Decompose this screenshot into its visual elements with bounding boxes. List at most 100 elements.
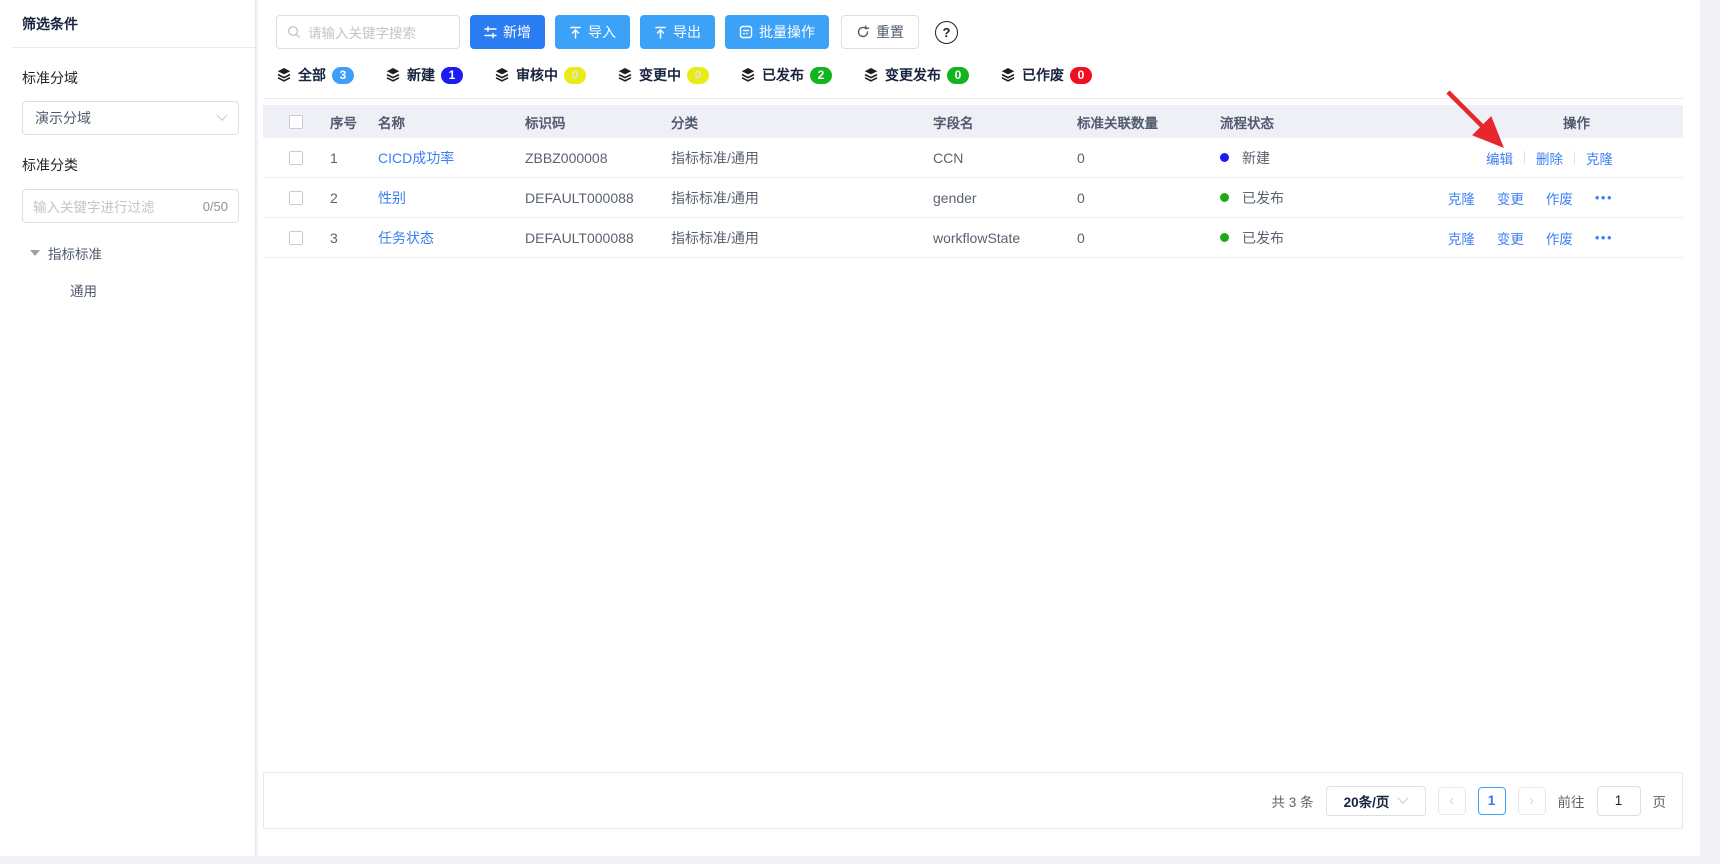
more-actions-icon[interactable]: ••• (1595, 230, 1613, 245)
main-panel: 请输入关键字搜索 新增 导入 导出 批量操作 重置 ? 全部 3 新建 1 审核… (258, 0, 1700, 856)
page-size-select[interactable]: 20条/页 (1325, 785, 1426, 816)
header-field: 字段名 (933, 115, 974, 131)
cell-field: workflowState (933, 229, 1021, 246)
status-count-badge: 3 (332, 66, 354, 84)
status-tab-变更发布[interactable]: 变更发布 0 (863, 65, 969, 85)
category-filter-input[interactable]: 输入关键字进行过滤 0/50 (22, 189, 239, 223)
status-tab-label: 变更发布 (885, 67, 941, 83)
search-input[interactable]: 请输入关键字搜索 (276, 15, 460, 49)
cell-code: ZBBZ000008 (525, 149, 608, 166)
add-button-label: 新增 (503, 24, 531, 40)
export-button[interactable]: 导出 (640, 15, 715, 49)
status-tab-新建[interactable]: 新建 1 (385, 65, 463, 85)
status-dot (1220, 153, 1229, 162)
select-all-checkbox[interactable] (289, 114, 303, 129)
section-divider (263, 98, 1683, 99)
help-icon[interactable]: ? (935, 20, 958, 44)
cell-workflow-status: 已发布 (1220, 188, 1470, 208)
batch-box-icon (739, 25, 753, 39)
name-link[interactable]: 性别 (378, 190, 406, 206)
current-page-button[interactable]: 1 (1477, 786, 1506, 815)
action-link-1[interactable]: 编辑 (1486, 148, 1513, 168)
cell-workflow-status: 新建 (1220, 148, 1470, 168)
layers-icon (1000, 67, 1016, 83)
header-index: 序号 (330, 115, 357, 131)
header-category: 分类 (671, 115, 698, 131)
status-tab-label: 已作废 (1022, 67, 1064, 83)
layers-icon (863, 67, 879, 83)
standard-domain-select[interactable]: 演示分域 (22, 101, 239, 135)
action-link-1[interactable]: 克隆 (1448, 228, 1475, 248)
status-tab-已作废[interactable]: 已作废 0 (1000, 65, 1092, 85)
add-button[interactable]: 新增 (470, 15, 545, 49)
layers-icon (276, 67, 292, 83)
name-link[interactable]: 任务状态 (378, 230, 434, 246)
more-actions-icon[interactable]: ••• (1595, 190, 1613, 205)
status-tab-label: 新建 (407, 67, 435, 83)
batch-button-label: 批量操作 (759, 24, 815, 40)
row-checkbox[interactable] (289, 150, 303, 165)
upload-arrow-icon (654, 26, 667, 39)
header-workflow-status: 流程状态 (1220, 115, 1274, 131)
header-actions: 操作 (1563, 115, 1590, 131)
header-code: 标识码 (525, 115, 566, 131)
checkbox-cell (263, 150, 330, 165)
layers-icon (385, 67, 401, 83)
cell-workflow-status: 已发布 (1220, 228, 1470, 248)
prev-page-button[interactable]: ‹ (1437, 786, 1466, 815)
status-text: 新建 (1242, 149, 1270, 166)
standard-domain-label: 标准分域 (22, 70, 78, 86)
search-placeholder: 请输入关键字搜索 (308, 26, 416, 41)
status-tabs: 全部 3 新建 1 审核中 0 变更中 0 已发布 2 变更发布 0 已作废 0 (276, 65, 1683, 85)
sidebar-divider (12, 47, 255, 48)
status-count-badge: 2 (810, 66, 832, 84)
batch-operation-button[interactable]: 批量操作 (725, 15, 829, 49)
cell-link-count: 0 (1077, 229, 1085, 246)
cell-category: 指标标准/通用 (671, 189, 759, 206)
status-tab-label: 审核中 (516, 67, 558, 83)
status-tab-变更中[interactable]: 变更中 0 (617, 65, 709, 85)
action-link-2[interactable]: 变更 (1497, 188, 1524, 208)
header-link-count: 标准关联数量 (1077, 115, 1158, 131)
tree-node-indicator-standard[interactable]: 指标标准 (22, 243, 239, 263)
status-count-badge: 0 (564, 66, 586, 84)
cell-code: DEFAULT000088 (525, 189, 634, 206)
goto-label: 前往 (1557, 794, 1585, 810)
pagination-bar: 共 3 条 20条/页 ‹ 1 › 前往 1 页 (263, 772, 1683, 829)
table-header-row: 序号 名称 标识码 分类 字段名 标准关联数量 流程状态 操作 (263, 105, 1683, 138)
status-count-badge: 0 (947, 66, 969, 84)
row-checkbox[interactable] (289, 230, 303, 245)
cell-name: 性别 (378, 188, 525, 208)
layers-icon (494, 67, 510, 83)
status-count-badge: 0 (687, 66, 709, 84)
action-link-3[interactable]: 克隆 (1586, 148, 1613, 168)
sliders-icon (484, 25, 497, 39)
page-size-value: 20条/页 (1343, 794, 1390, 810)
checkbox-cell (263, 190, 330, 205)
action-link-2[interactable]: 变更 (1497, 228, 1524, 248)
action-link-1[interactable]: 克隆 (1448, 188, 1475, 208)
search-icon (287, 25, 301, 39)
status-tab-已发布[interactable]: 已发布 2 (740, 65, 832, 85)
status-tab-审核中[interactable]: 审核中 0 (494, 65, 586, 85)
next-page-button[interactable]: › (1517, 786, 1546, 815)
character-counter: 0/50 (202, 198, 228, 214)
sidebar-title: 筛选条件 (22, 16, 78, 32)
status-count-badge: 0 (1070, 66, 1092, 84)
tree-caret-icon (30, 250, 40, 256)
name-link[interactable]: CICD成功率 (378, 150, 454, 166)
action-link-3[interactable]: 作废 (1546, 228, 1573, 248)
import-button[interactable]: 导入 (555, 15, 630, 49)
chevron-down-icon (216, 109, 228, 121)
action-separator (1574, 151, 1575, 164)
action-link-2[interactable]: 删除 (1536, 148, 1563, 168)
cell-category: 指标标准/通用 (671, 149, 759, 166)
status-tab-全部[interactable]: 全部 3 (276, 65, 354, 85)
goto-page-input[interactable]: 1 (1596, 785, 1641, 816)
table-body: 1 CICD成功率 ZBBZ000008 指标标准/通用 CCN 0 新建 编辑 删除 克隆 2 性别… (263, 138, 1683, 258)
reset-button[interactable]: 重置 (841, 15, 919, 49)
action-separator (1524, 151, 1525, 164)
row-checkbox[interactable] (289, 190, 303, 205)
tree-node-general[interactable]: 通用 (22, 280, 239, 300)
action-link-3[interactable]: 作废 (1546, 188, 1573, 208)
